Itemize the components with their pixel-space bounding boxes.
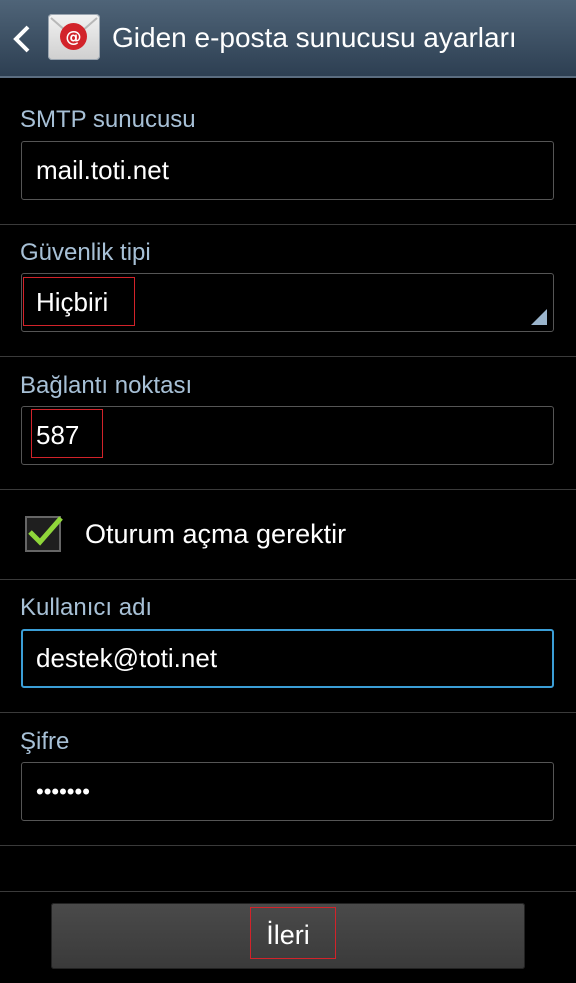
divider: [0, 356, 576, 357]
checkmark-icon: [28, 516, 63, 546]
divider: [0, 579, 576, 580]
password-label: Şifre: [20, 728, 70, 755]
chevron-left-icon: [13, 25, 30, 53]
at-sign-icon: @: [60, 23, 87, 50]
smtp-server-input[interactable]: mail.toti.net: [21, 141, 554, 200]
highlight-box: [250, 907, 336, 959]
username-input[interactable]: destek@toti.net: [21, 629, 554, 688]
require-signin-label[interactable]: Oturum açma gerektir: [85, 519, 346, 550]
password-input[interactable]: •••••••: [21, 762, 554, 821]
divider: [0, 489, 576, 490]
highlight-box: [31, 409, 103, 458]
username-value: destek@toti.net: [36, 643, 218, 673]
password-value: •••••••: [36, 779, 90, 804]
divider: [0, 224, 576, 225]
footer-divider: [0, 891, 576, 892]
smtp-server-value: mail.toti.net: [36, 155, 169, 185]
action-bar: @ Giden e-posta sunucusu ayarları: [0, 0, 576, 78]
require-signin-checkbox[interactable]: [25, 516, 63, 552]
port-label: Bağlantı noktası: [20, 372, 193, 399]
divider: [0, 845, 576, 846]
smtp-server-label: SMTP sunucusu: [20, 106, 196, 133]
username-label: Kullanıcı adı: [20, 594, 153, 621]
security-type-label: Güvenlik tipi: [20, 239, 151, 266]
divider: [0, 712, 576, 713]
page-title: Giden e-posta sunucusu ayarları: [112, 22, 517, 53]
email-app-icon: @: [48, 14, 100, 60]
back-button[interactable]: [10, 24, 34, 54]
dropdown-arrow-icon: [531, 309, 547, 325]
highlight-box: [23, 277, 135, 326]
